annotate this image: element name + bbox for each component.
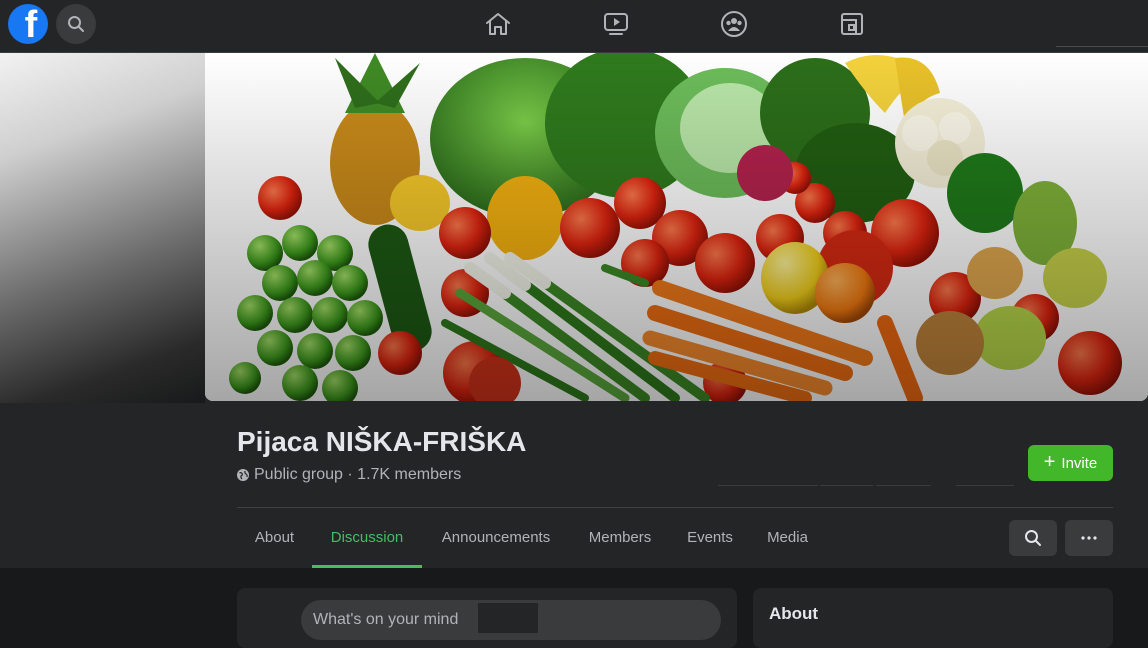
plus-icon: + bbox=[1043, 451, 1056, 473]
tab-about[interactable]: About bbox=[237, 508, 312, 568]
groups-icon bbox=[721, 11, 747, 37]
search-button[interactable] bbox=[56, 4, 96, 44]
tab-members[interactable]: Members bbox=[570, 508, 670, 568]
tab-announcements[interactable]: Announcements bbox=[422, 508, 570, 568]
member-avatars-row[interactable] bbox=[718, 485, 1014, 486]
vegetables-illustration bbox=[205, 53, 1148, 401]
facebook-logo-letter: f bbox=[24, 4, 38, 44]
nav-home[interactable] bbox=[482, 10, 514, 38]
nav-groups[interactable] bbox=[718, 10, 750, 38]
tab-discussion[interactable]: Discussion bbox=[312, 508, 422, 568]
more-options-button[interactable] bbox=[1065, 520, 1113, 556]
invite-label: Invite bbox=[1061, 454, 1098, 472]
tab-events[interactable]: Events bbox=[670, 508, 750, 568]
facebook-logo-icon[interactable]: f bbox=[8, 4, 48, 44]
search-icon bbox=[1025, 530, 1041, 546]
search-icon bbox=[68, 16, 84, 32]
watch-video-icon bbox=[604, 13, 628, 35]
nav-watch[interactable] bbox=[600, 10, 632, 38]
cover-side-gradient bbox=[0, 53, 205, 403]
composer-redaction bbox=[478, 603, 538, 633]
group-meta-text: Public group · 1.7K members bbox=[254, 466, 462, 483]
globe-icon bbox=[237, 469, 249, 481]
more-dots-icon bbox=[1081, 536, 1097, 540]
tab-media[interactable]: Media bbox=[750, 508, 825, 568]
header-divider bbox=[1056, 46, 1148, 47]
group-cover-photo[interactable] bbox=[205, 53, 1148, 401]
group-privacy-info: Public group · 1.7K members bbox=[237, 466, 461, 484]
group-search-button[interactable] bbox=[1009, 520, 1057, 556]
invite-button[interactable]: + Invite bbox=[1028, 445, 1113, 481]
about-card-title: About bbox=[769, 604, 819, 623]
home-icon bbox=[486, 13, 510, 35]
top-navigation-bar: f bbox=[0, 0, 1148, 53]
nav-gaming[interactable] bbox=[836, 10, 868, 38]
gaming-icon bbox=[841, 13, 863, 35]
group-title[interactable]: Pijaca NIŠKA-FRIŠKA bbox=[237, 426, 526, 458]
